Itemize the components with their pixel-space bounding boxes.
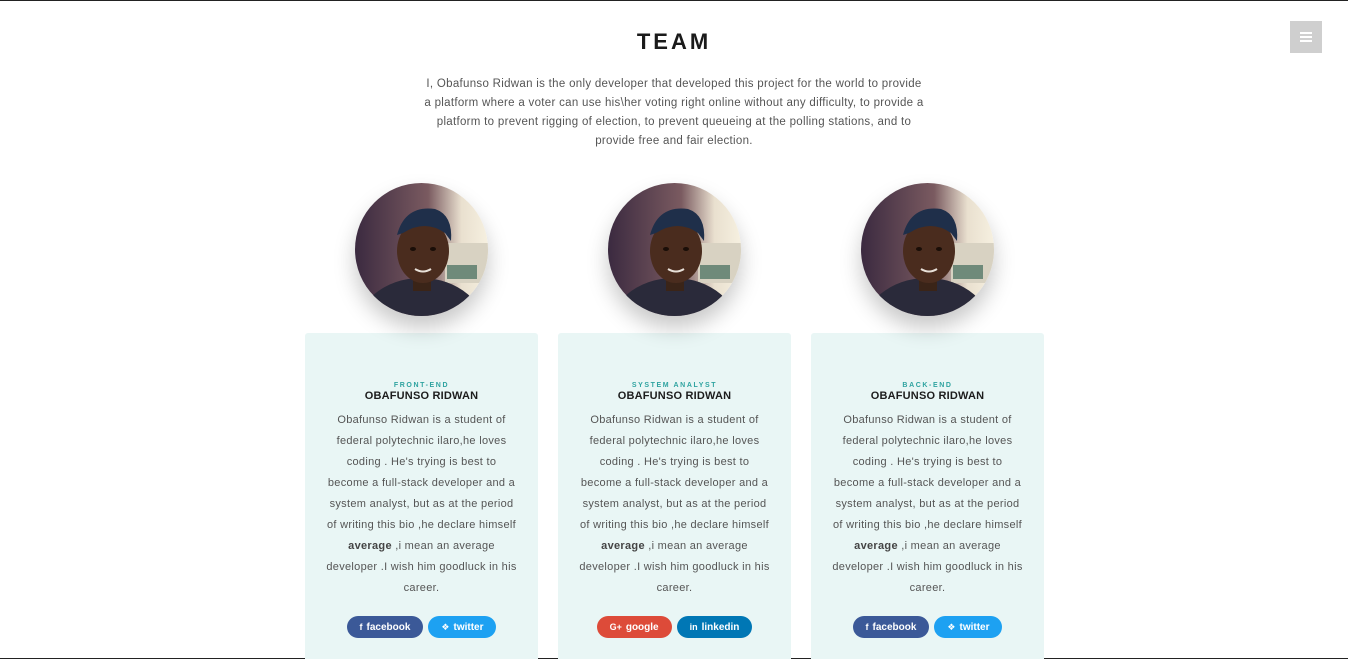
member-bio: Obafunso Ridwan is a student of federal …: [325, 410, 518, 599]
twitter-icon: ❖: [947, 621, 956, 632]
social-links: f facebook ❖ twitter: [305, 616, 538, 638]
member-name: OBAFUNSO RIDWAN: [617, 390, 732, 402]
twitter-icon: ❖: [441, 621, 450, 632]
facebook-label: facebook: [872, 621, 917, 633]
google-icon: G+: [609, 622, 622, 632]
twitter-label: twitter: [959, 621, 990, 633]
member-info-card: SYSTEM ANALYST OBAFUNSO RIDWAN Obafunso Ri…: [558, 333, 791, 659]
twitter-label: twitter: [453, 621, 484, 633]
facebook-button[interactable]: f facebook: [852, 616, 930, 638]
facebook-icon: f: [865, 622, 869, 632]
twitter-button[interactable]: ❖ twitter: [428, 616, 497, 638]
member-role: SYSTEM ANALYST: [631, 382, 718, 389]
bio-text: Obafunso Ridwan is a student of federal …: [579, 414, 769, 531]
linkedin-label: linkedin: [701, 621, 740, 633]
bio-emphasis: average: [854, 540, 898, 552]
member-role: BACK-END: [902, 382, 953, 389]
facebook-icon: f: [359, 622, 363, 632]
linkedin-icon: in: [689, 622, 698, 632]
avatar: [355, 183, 488, 316]
social-links: G+ google in linkedin: [558, 616, 791, 638]
member-info-card: BACK-END OBAFUNSO RIDWAN Obafunso Ridwan i…: [811, 333, 1044, 659]
member-info-card: FRONT-END OBAFUNSO RIDWAN Obafunso Ridwan …: [305, 333, 538, 659]
twitter-button[interactable]: ❖ twitter: [934, 616, 1003, 638]
google-label: google: [625, 621, 659, 633]
bio-text: Obafunso Ridwan is a student of federal …: [832, 414, 1022, 531]
avatar: [608, 183, 741, 316]
member-bio: Obafunso Ridwan is a student of federal …: [831, 410, 1024, 599]
member-name: OBAFUNSO RIDWAN: [870, 390, 985, 402]
bio-text: Obafunso Ridwan is a student of federal …: [326, 414, 516, 531]
social-links: f facebook ❖ twitter: [811, 616, 1044, 638]
linkedin-button[interactable]: in linkedin: [676, 616, 753, 638]
facebook-button[interactable]: f facebook: [346, 616, 424, 638]
avatar: [861, 183, 994, 316]
google-button[interactable]: G+ google: [596, 616, 672, 638]
member-bio: Obafunso Ridwan is a student of federal …: [578, 410, 771, 599]
facebook-label: facebook: [366, 621, 411, 633]
member-name: OBAFUNSO RIDWAN: [364, 390, 479, 402]
section-title: TEAM: [636, 29, 712, 54]
section-intro: I, Obafunso Ridwan is the only developer…: [424, 78, 924, 147]
bio-emphasis: average: [601, 540, 645, 552]
member-role: FRONT-END: [393, 382, 450, 389]
bio-emphasis: average: [348, 540, 392, 552]
